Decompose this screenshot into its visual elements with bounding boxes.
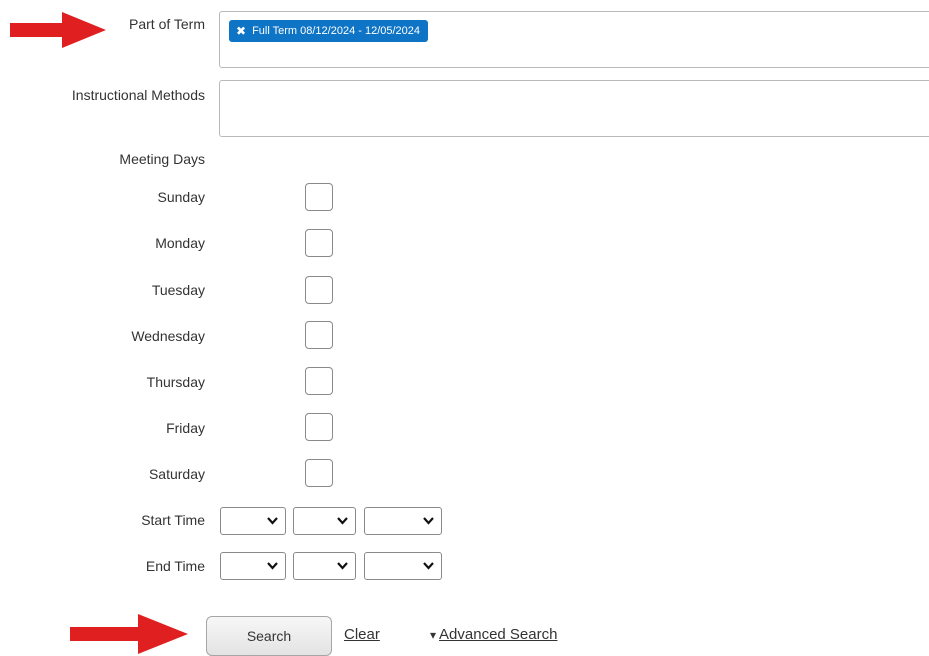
chevron-down-icon <box>267 517 278 525</box>
friday-label: Friday <box>166 420 205 436</box>
part-of-term-chip: ✖ Full Term 08/12/2024 - 12/05/2024 <box>229 20 429 42</box>
chevron-down-icon <box>267 562 278 570</box>
part-of-term-chip-label: Full Term 08/12/2024 - 12/05/2024 <box>252 25 421 37</box>
search-button[interactable]: Search <box>206 616 332 656</box>
start-time-label: Start Time <box>141 512 205 528</box>
friday-checkbox[interactable] <box>305 413 333 441</box>
thursday-checkbox[interactable] <box>305 367 333 395</box>
start-time-ampm-select[interactable] <box>364 507 442 535</box>
close-icon[interactable]: ✖ <box>236 24 246 38</box>
chevron-down-icon <box>337 517 348 525</box>
chevron-down-icon <box>337 562 348 570</box>
wednesday-label: Wednesday <box>131 328 205 344</box>
sunday-checkbox[interactable] <box>305 183 333 211</box>
thursday-label: Thursday <box>146 374 205 390</box>
tuesday-checkbox[interactable] <box>305 276 333 304</box>
chevron-down-icon <box>423 517 434 525</box>
end-time-hour-select[interactable] <box>220 552 286 580</box>
instructional-methods-multiselect[interactable] <box>219 80 929 137</box>
meeting-days-label: Meeting Days <box>119 151 205 167</box>
advanced-search-link[interactable]: Advanced Search <box>439 626 557 643</box>
end-time-label: End Time <box>145 558 205 574</box>
wednesday-checkbox[interactable] <box>305 321 333 349</box>
instructional-methods-label: Instructional Methods <box>71 87 205 103</box>
clear-link[interactable]: Clear <box>344 626 380 643</box>
part-of-term-multiselect[interactable]: ✖ Full Term 08/12/2024 - 12/05/2024 <box>219 11 929 68</box>
red-arrow-icon <box>10 12 106 48</box>
part-of-term-label: Part of Term <box>129 16 205 32</box>
advanced-search-toggle[interactable]: ▾ Advanced Search <box>430 626 557 643</box>
start-time-hour-select[interactable] <box>220 507 286 535</box>
red-arrow-icon <box>70 614 188 654</box>
sunday-label: Sunday <box>157 189 205 205</box>
saturday-checkbox[interactable] <box>305 459 333 487</box>
start-time-minute-select[interactable] <box>293 507 356 535</box>
tuesday-label: Tuesday <box>151 282 205 298</box>
end-time-ampm-select[interactable] <box>364 552 442 580</box>
end-time-minute-select[interactable] <box>293 552 356 580</box>
monday-label: Monday <box>155 235 205 251</box>
chevron-down-icon <box>423 562 434 570</box>
caret-down-icon: ▾ <box>430 628 437 642</box>
monday-checkbox[interactable] <box>305 229 333 257</box>
saturday-label: Saturday <box>148 466 205 482</box>
